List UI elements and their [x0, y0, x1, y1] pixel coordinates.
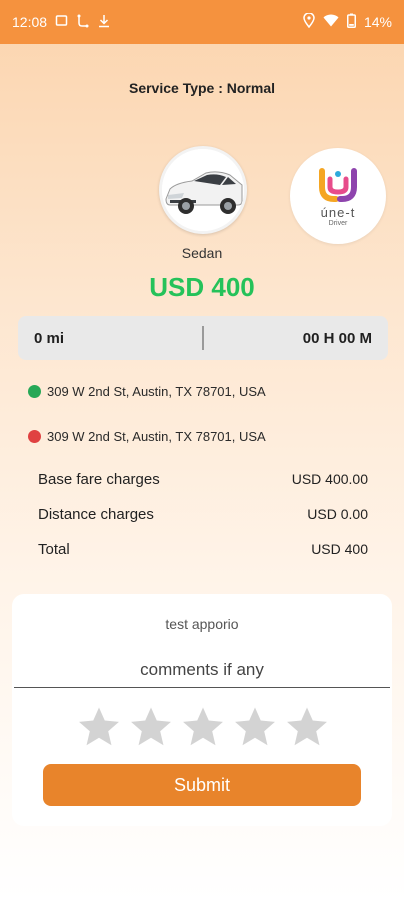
fare-row-distance: Distance charges USD 0.00 — [38, 506, 368, 523]
brand-logo: úne-t Driver — [290, 148, 386, 244]
dropoff-dot-icon — [28, 430, 41, 443]
status-bar: 12:08 14% — [0, 0, 404, 44]
car-image — [159, 146, 247, 234]
stats-divider — [202, 326, 204, 350]
service-type-label: Service Type : Normal — [128, 80, 276, 96]
download-icon — [98, 14, 110, 31]
comments-input[interactable] — [14, 652, 390, 688]
submit-button[interactable]: Submit — [43, 764, 361, 806]
pickup-dot-icon — [28, 385, 41, 398]
trip-duration: 00 H 00 M — [302, 329, 372, 347]
brand-logo-text: úne-t — [320, 205, 356, 220]
rating-card: test apporio Submit — [12, 594, 392, 826]
fare-label: Base fare charges — [38, 471, 160, 488]
fare-value: USD 0.00 — [307, 506, 368, 522]
screen-icon — [55, 14, 68, 30]
fare-price: USD 400 — [149, 272, 255, 302]
trip-distance: 0 mi — [34, 329, 65, 347]
star-rating — [76, 704, 330, 750]
fare-value: USD 400.00 — [291, 471, 368, 487]
pickup-address: 309 W 2nd St, Austin, TX 78701, USA — [47, 384, 266, 399]
battery-icon — [346, 13, 356, 31]
trip-stats-bar: 0 mi 00 H 00 M — [18, 316, 388, 360]
fare-label: Distance charges — [38, 506, 154, 523]
wifi-icon — [323, 14, 339, 30]
fare-row-total: Total USD 400 — [38, 541, 368, 558]
status-time: 12:08 — [12, 14, 48, 30]
star-icon[interactable] — [232, 704, 278, 750]
rider-name: test apporio — [165, 616, 239, 632]
fare-label: Total — [38, 541, 70, 558]
fare-row-base: Base fare charges USD 400.00 — [38, 471, 368, 488]
vehicle-type: Sedan — [181, 245, 223, 261]
brand-logo-mark-icon — [319, 168, 357, 202]
location-icon — [303, 12, 315, 31]
star-icon[interactable] — [76, 704, 122, 750]
route-icon — [76, 14, 90, 31]
battery-percent: 14% — [363, 14, 392, 30]
star-icon[interactable] — [180, 704, 226, 750]
star-icon[interactable] — [284, 704, 330, 750]
star-icon[interactable] — [128, 704, 174, 750]
dropoff-address: 309 W 2nd St, Austin, TX 78701, USA — [47, 429, 266, 444]
fare-value: USD 400 — [311, 541, 368, 557]
brand-logo-subtext: Driver — [328, 220, 348, 227]
dropoff-address-row: 309 W 2nd St, Austin, TX 78701, USA — [28, 429, 266, 444]
pickup-address-row: 309 W 2nd St, Austin, TX 78701, USA — [28, 384, 266, 399]
